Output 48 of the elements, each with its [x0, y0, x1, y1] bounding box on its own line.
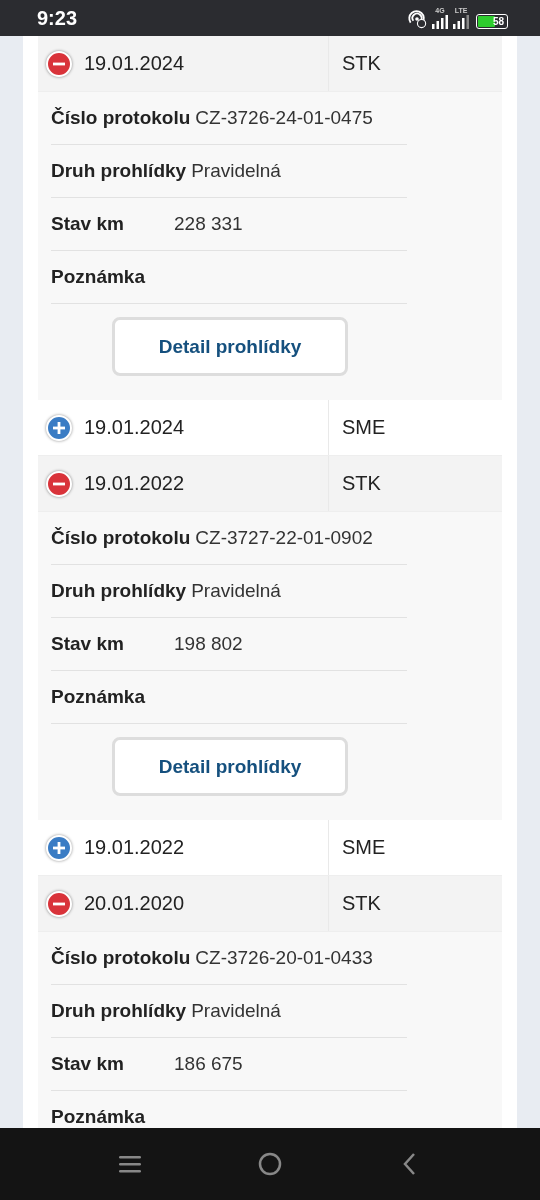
- field-label: Druh prohlídky: [51, 580, 187, 602]
- field-value: Pravidelná: [191, 1000, 281, 1022]
- field-value: CZ-3726-24-01-0475: [195, 107, 373, 129]
- table-row[interactable]: 20.01.2020 STK: [38, 876, 502, 932]
- date-text: 19.01.2024: [84, 416, 185, 439]
- type-text: STK: [342, 892, 381, 915]
- detail-button[interactable]: Detail prohlídky: [112, 317, 348, 376]
- type-text: STK: [342, 52, 381, 75]
- hotspot-icon: [407, 9, 427, 29]
- table-row[interactable]: 19.01.2024 STK: [38, 36, 502, 92]
- field-value: 198 802: [174, 633, 243, 655]
- date-text: 20.01.2020: [84, 892, 185, 915]
- signal-icon: [432, 15, 448, 29]
- type-text: STK: [342, 472, 381, 495]
- date-text: 19.01.2022: [84, 836, 185, 859]
- field-label: Číslo protokolu: [51, 107, 191, 129]
- field-value: Pravidelná: [191, 580, 281, 602]
- field-label: Číslo protokolu: [51, 527, 191, 549]
- detail-button[interactable]: Detail prohlídky: [112, 737, 348, 796]
- field-label: Druh prohlídky: [51, 160, 187, 182]
- field-value: 186 675: [174, 1053, 243, 1075]
- field-label: Stav km: [51, 1053, 125, 1075]
- collapse-icon[interactable]: [46, 50, 72, 77]
- expand-icon[interactable]: [46, 834, 72, 861]
- field-value: CZ-3727-22-01-0902: [195, 527, 373, 549]
- collapse-icon[interactable]: [46, 890, 72, 917]
- field-label: Poznámka: [51, 1106, 146, 1128]
- date-text: 19.01.2022: [84, 472, 185, 495]
- date-text: 19.01.2024: [84, 52, 185, 75]
- field-label: Stav km: [51, 213, 125, 235]
- field-label: Číslo protokolu: [51, 947, 191, 969]
- field-value: 228 331: [174, 213, 243, 235]
- field-label: Poznámka: [51, 266, 146, 288]
- type-text: SME: [342, 836, 386, 859]
- field-value: Pravidelná: [191, 160, 281, 182]
- field-value: CZ-3726-20-01-0433: [195, 947, 373, 969]
- type-text: SME: [342, 416, 386, 439]
- expand-icon[interactable]: [46, 414, 72, 441]
- field-label: Stav km: [51, 633, 125, 655]
- field-label: Poznámka: [51, 686, 146, 708]
- table-row[interactable]: 19.01.2022 SME: [38, 820, 502, 876]
- table-row[interactable]: 19.01.2022 STK: [38, 456, 502, 512]
- signal-icon: [453, 15, 469, 29]
- home-icon[interactable]: [258, 1152, 282, 1176]
- table-row[interactable]: 19.01.2024 SME: [38, 400, 502, 456]
- clock: 9:23: [37, 6, 78, 30]
- collapse-icon[interactable]: [46, 470, 72, 497]
- field-label: Druh prohlídky: [51, 1000, 187, 1022]
